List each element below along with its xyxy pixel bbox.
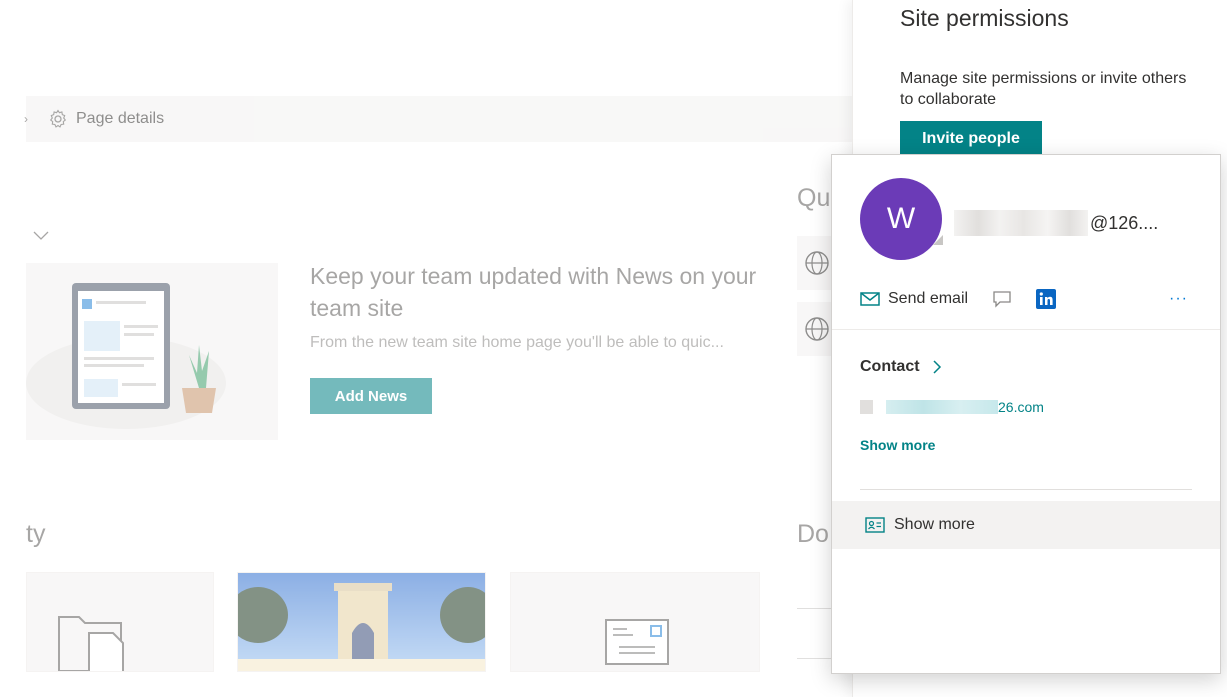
display-email: @126.... xyxy=(954,210,1158,236)
news-illustration xyxy=(26,263,278,440)
linkedin-button[interactable] xyxy=(1036,289,1057,309)
news-title: Keep your team updated with News on your… xyxy=(310,263,757,321)
page-details-button[interactable]: Page details xyxy=(48,109,164,129)
contact-section-header[interactable]: Contact xyxy=(860,358,942,376)
contact-heading: Contact xyxy=(860,358,920,375)
more-actions-button[interactable]: ··· xyxy=(1169,290,1188,308)
globe-icon xyxy=(805,317,829,341)
newspaper-icon xyxy=(605,619,669,665)
redacted-text xyxy=(886,400,998,414)
add-news-button[interactable]: Add News xyxy=(310,378,432,414)
show-more-link[interactable]: Show more xyxy=(860,437,935,453)
send-email-button[interactable]: Send email xyxy=(860,290,968,308)
contact-card-icon xyxy=(865,517,885,533)
command-bar: › Page details xyxy=(24,96,856,142)
folder-icon xyxy=(58,616,124,671)
divider xyxy=(797,658,833,659)
chevron-right-icon xyxy=(933,360,941,374)
redacted-text xyxy=(954,210,1088,236)
activity-tile-image[interactable] xyxy=(237,572,486,672)
avatar-initial: W xyxy=(886,202,916,235)
chevron-down-icon[interactable] xyxy=(32,228,50,242)
show-more-label: Show more xyxy=(894,516,975,533)
presence-indicator xyxy=(933,235,943,245)
mail-icon xyxy=(860,292,880,306)
divider xyxy=(832,329,1220,330)
email-suffix: @126.... xyxy=(1090,212,1159,233)
contact-email-suffix: 26.com xyxy=(998,399,1044,415)
panel-title: Site permissions xyxy=(900,5,1069,31)
linkedin-icon xyxy=(1036,289,1057,309)
quick-links-heading: Qu xyxy=(797,184,831,212)
chat-button[interactable] xyxy=(992,290,1012,308)
documents-heading: Do xyxy=(797,520,829,548)
activity-tile-folder[interactable] xyxy=(26,572,214,672)
action-bar: Send email ··· xyxy=(860,287,1192,311)
divider xyxy=(797,608,833,609)
contact-email-link[interactable]: 26.com xyxy=(860,399,1044,415)
send-email-label: Send email xyxy=(888,290,969,307)
contact-card: W @126.... Send email ··· Contact 26.com… xyxy=(831,154,1221,674)
globe-icon xyxy=(805,251,829,275)
show-more-button[interactable]: Show more xyxy=(832,501,1220,549)
invite-people-button[interactable]: Invite people xyxy=(900,121,1042,157)
news-description: From the new team site home page you'll … xyxy=(310,334,724,351)
chevron-fragment-icon: › xyxy=(24,112,28,126)
page-details-label: Page details xyxy=(76,110,165,127)
activity-heading: ty xyxy=(26,520,46,548)
avatar[interactable]: W xyxy=(860,178,942,260)
activity-tile-news[interactable] xyxy=(510,572,760,672)
redacted-text xyxy=(860,400,873,414)
gear-icon xyxy=(49,109,67,128)
panel-description: Manage site permissions or invite others… xyxy=(900,70,1187,108)
divider xyxy=(860,489,1192,490)
chat-icon xyxy=(993,291,1011,308)
arc-de-triomphe-image xyxy=(238,573,485,671)
